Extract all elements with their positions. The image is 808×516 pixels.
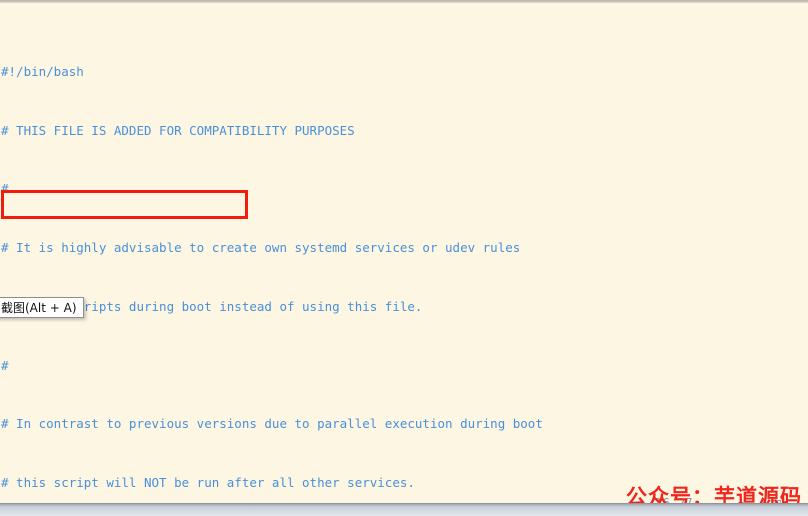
code-text: # In contrast to previous versions due t… [1,416,543,432]
code-text: # this script will NOT be run after all … [1,475,415,491]
code-text: # THIS FILE IS ADDED FOR COMPATIBILITY P… [1,122,355,138]
code-text: # It is highly advisable to create own s… [1,240,521,256]
code-text: #!/bin/bash [1,63,84,79]
vim-buffer[interactable]: #!/bin/bash # THIS FILE IS ADDED FOR COM… [0,3,543,516]
window-bottom-chrome [0,503,808,516]
code-line: # this script will NOT be run after all … [0,473,543,493]
code-line: # It is highly advisable to create own s… [0,238,543,258]
code-line: # THIS FILE IS ADDED FOR COMPATIBILITY P… [0,121,543,141]
code-text: # [1,181,9,197]
code-line: # [0,356,543,376]
code-line: # In contrast to previous versions due t… [0,414,543,434]
code-line: #!/bin/bash [0,62,543,82]
vim-editor[interactable]: #!/bin/bash # THIS FILE IS ADDED FOR COM… [0,3,808,513]
screenshot-tooltip: 截图(Alt + A) [0,297,84,318]
screenshot-root: #!/bin/bash # THIS FILE IS ADDED FOR COM… [0,0,808,516]
code-line: # [0,179,543,199]
code-text: # [1,357,9,373]
